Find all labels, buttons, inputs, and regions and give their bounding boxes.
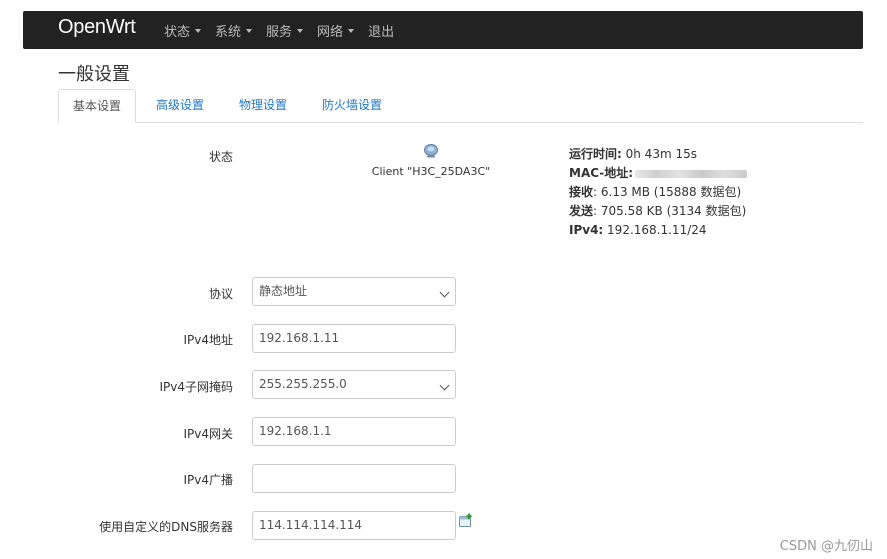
ipv4-gateway-label: IPv4网关 <box>183 427 233 441</box>
menu-network[interactable]: 网络 <box>317 21 355 40</box>
mac-label: MAC-地址: <box>569 166 634 180</box>
menu-logout[interactable]: 退出 <box>368 21 394 40</box>
uptime-row: 运行时间: 0h 43m 15s <box>569 145 747 164</box>
chevron-down-icon <box>439 380 450 391</box>
caret-down-icon <box>348 28 355 33</box>
menu-services-label: 服务 <box>266 25 293 40</box>
uptime-value: 0h 43m 15s <box>621 147 697 161</box>
wifi-network-icon <box>424 144 438 158</box>
menu-status-label: 状态 <box>164 25 191 40</box>
ipv4-broadcast-label: IPv4广播 <box>183 473 233 487</box>
add-entry-icon[interactable] <box>458 513 473 528</box>
protocol-select[interactable]: 静态地址 <box>252 277 456 306</box>
tab-firewall-settings[interactable]: 防火墙设置 <box>322 89 382 122</box>
tab-basic-settings[interactable]: 基本设置 <box>58 89 137 123</box>
ipv4-label: IPv4: <box>569 223 604 237</box>
ipv4-netmask-label: IPv4子网掩码 <box>159 380 233 394</box>
rx-label: 接收 <box>569 185 594 199</box>
caret-down-icon <box>297 28 304 33</box>
tx-row: 发送: 705.58 KB (3134 数据包) <box>569 202 747 221</box>
tx-label: 发送 <box>569 204 594 218</box>
chevron-down-icon <box>439 287 450 298</box>
ipv4-value: 192.168.1.11/24 <box>603 223 707 237</box>
uptime-label: 运行时间: <box>569 147 622 161</box>
menu-system-label: 系统 <box>215 25 242 40</box>
tx-value: : 705.58 KB (3134 数据包) <box>593 204 747 218</box>
protocol-value: 静态地址 <box>259 284 308 298</box>
caret-down-icon <box>246 28 253 33</box>
ipv4-netmask-value: 255.255.255.0 <box>259 377 347 391</box>
csdn-watermark: CSDN @九仞山 <box>779 539 873 554</box>
client-ssid: Client "H3C_25DA3C" <box>371 165 491 178</box>
menu-services[interactable]: 服务 <box>266 21 304 40</box>
tab-advanced-settings[interactable]: 高级设置 <box>156 89 204 122</box>
top-navbar: OpenWrt 状态 系统 服务 网络 退出 <box>23 11 863 49</box>
settings-tabs: 基本设置 高级设置 物理设置 防火墙设置 <box>58 89 863 123</box>
caret-down-icon <box>195 28 202 33</box>
rx-value: : 6.13 MB (15888 数据包) <box>593 185 742 199</box>
menu-logout-label: 退出 <box>368 25 395 40</box>
menu-network-label: 网络 <box>317 25 344 40</box>
ipv4-netmask-select[interactable]: 255.255.255.0 <box>252 370 456 399</box>
ipv4-gateway-input[interactable]: 192.168.1.1 <box>252 417 456 446</box>
menu-system[interactable]: 系统 <box>215 21 253 40</box>
rx-row: 接收: 6.13 MB (15888 数据包) <box>569 183 747 202</box>
page-title: 一般设置 <box>58 64 130 85</box>
tab-physical-settings[interactable]: 物理设置 <box>239 89 287 122</box>
mac-redacted <box>635 169 748 178</box>
custom-dns-label: 使用自定义的DNS服务器 <box>99 520 233 534</box>
ipv4-address-label: IPv4地址 <box>183 333 233 347</box>
ipv4-row: IPv4: 192.168.1.11/24 <box>569 221 747 240</box>
brand-logo[interactable]: OpenWrt <box>58 16 136 39</box>
menu-status[interactable]: 状态 <box>164 21 202 40</box>
ipv4-broadcast-input[interactable] <box>252 464 456 493</box>
status-label: 状态 <box>208 150 233 164</box>
ipv4-address-input[interactable]: 192.168.1.11 <box>252 324 456 353</box>
main-menu: 状态 系统 服务 网络 退出 <box>164 21 408 40</box>
custom-dns-input[interactable]: 114.114.114.114 <box>252 511 456 540</box>
mac-row: MAC-地址: <box>569 164 748 183</box>
protocol-label: 协议 <box>208 287 233 301</box>
interface-info: 运行时间: 0h 43m 15s MAC-地址: 接收: 6.13 MB (15… <box>569 145 748 240</box>
wireless-client-status: Client "H3C_25DA3C" <box>365 143 497 178</box>
